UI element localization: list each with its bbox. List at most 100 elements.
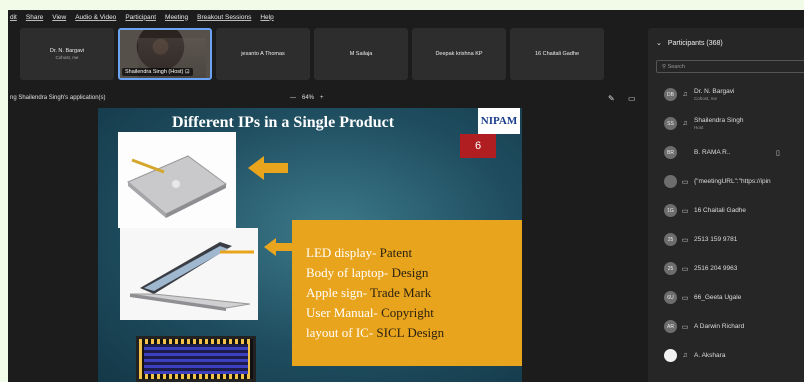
ip-item-label: User Manual- (306, 305, 378, 320)
shared-slide: Different IPs in a Single Product NIPAM … (98, 108, 522, 382)
participant-row[interactable]: 25 ▭ 2513 159 9781 (648, 225, 804, 254)
avatar: AR (664, 320, 677, 333)
avatar: 6U (664, 291, 677, 304)
screen-icon: ▭ (681, 236, 689, 244)
avatar (664, 175, 677, 188)
ip-item-label: Apple sign- (306, 285, 368, 300)
ip-item-label: layout of IC- (306, 325, 374, 340)
tile-name: M Sailaja (349, 51, 373, 57)
participant-row[interactable]: ▭ {"meetingURL":"https://ipin (648, 167, 804, 196)
slide-title: Different IPs in a Single Product (171, 114, 395, 131)
menu-share[interactable]: Share (26, 14, 43, 21)
ip-item-label: Body of laptop- (306, 265, 389, 280)
popout-icon[interactable]: ▭ (628, 94, 636, 103)
participant-name: A Darwin Richard (694, 323, 745, 330)
participant-row[interactable]: SS ♫ Shailendra Singh Host (648, 109, 804, 138)
participant-name: A. Akshara (694, 352, 726, 359)
ip-item: Apple sign- Trade Mark (306, 283, 522, 303)
participant-role: Cohost, me (694, 96, 718, 101)
tile-name-label: Shailendra Singh (Host) ⊡ (122, 68, 193, 76)
tile-name: Deepak krishna KP (435, 51, 483, 57)
tile-name: 16 Chaitali Gadhe (534, 51, 580, 57)
mic-icon[interactable]: ♫ (681, 120, 689, 127)
avatar: SS (664, 117, 677, 130)
slide-number: 6 (460, 134, 496, 158)
menu-breakout-sessions[interactable]: Breakout Sessions (197, 14, 251, 21)
participant-name: 2513 159 9781 (694, 236, 738, 243)
tile-sub: Cohost, me (55, 55, 79, 60)
panel-title: Participants (368) (667, 39, 723, 47)
menu-participant[interactable]: Participant (125, 14, 156, 21)
ic-chip-image (136, 336, 256, 382)
menu-edit[interactable]: dit (10, 14, 17, 21)
participant-list: DB ♫ Dr. N. Bargavi Cohost, me SS ♫ Shail… (648, 80, 804, 370)
participant-name: {"meetingURL":"https://ipin (694, 178, 771, 185)
ip-item-value: Patent (376, 245, 413, 260)
participant-row[interactable]: BR B. RAMA R.. ▯ (648, 138, 804, 167)
participant-name: Dr. N. Bargavi (694, 88, 735, 95)
avatar: 25 (664, 262, 677, 275)
ip-type-box: LED display- Patent Body of laptop- Desi… (292, 220, 522, 366)
mic-icon[interactable]: ♫ (681, 352, 689, 359)
video-tile[interactable]: M Sailaja (314, 28, 408, 80)
video-tile[interactable]: Deepak krishna KP (412, 28, 506, 80)
arrow-icon (248, 156, 288, 180)
video-tile[interactable]: 16 Chaitali Gadhe (510, 28, 604, 80)
avatar (664, 349, 677, 362)
screen-icon: ▭ (681, 323, 689, 331)
avatar: 25 (664, 233, 677, 246)
ip-item: Body of laptop- Design (306, 263, 522, 283)
zoom-controls: — 64% + (290, 95, 324, 101)
menu-view[interactable]: View (52, 14, 66, 21)
participants-panel: ⌄ Participants (368) ⚲ Search DB ♫ Dr. N… (648, 28, 804, 382)
participant-row[interactable]: 25 ▭ 2516 204 9963 (648, 254, 804, 283)
zoom-value: 64% (302, 95, 315, 101)
zoom-out-button[interactable]: — (290, 95, 296, 101)
ip-item: User Manual- Copyright (306, 303, 522, 323)
laptop-image-closed (118, 132, 236, 228)
participant-row[interactable]: 6U ▭ 66_Geeta Ugale (648, 283, 804, 312)
nipam-logo: NIPAM (478, 108, 520, 134)
screen-icon: ▭ (681, 294, 689, 302)
avatar: BR (664, 146, 677, 159)
zoom-in-button[interactable]: + (320, 95, 324, 101)
menu-audio-video[interactable]: Audio & Video (75, 14, 116, 21)
participant-row[interactable]: ♫ A. Akshara (648, 341, 804, 370)
search-input[interactable]: ⚲ Search (656, 60, 804, 73)
menu-help[interactable]: Help (260, 14, 273, 21)
menu-meeting[interactable]: Meeting (165, 14, 188, 21)
menu-bar: dit Share View Audio & Video Participant… (8, 10, 646, 24)
tile-name: Dr. N. Bargavi (49, 48, 85, 54)
video-strip: Dr. N. Bargavi Cohost, me Shailendra Sin… (8, 28, 644, 82)
ip-item-value: Trade Mark (367, 285, 432, 300)
participant-role: Host (694, 125, 704, 130)
avatar: DB (664, 88, 677, 101)
screen-icon: ▭ (681, 178, 689, 186)
participant-name: 2516 204 9963 (694, 265, 738, 272)
participant-row[interactable]: AR ▭ A Darwin Richard (648, 312, 804, 341)
participant-row[interactable]: DB ♫ Dr. N. Bargavi Cohost, me (648, 80, 804, 109)
participant-name: Shailendra Singh (694, 117, 744, 124)
screen-icon: ▭ (681, 207, 689, 215)
video-tile-host[interactable]: Shailendra Singh (Host) ⊡ (118, 28, 212, 80)
video-tile[interactable]: jesanto A Thomas (216, 28, 310, 80)
ip-item-label: LED display- (306, 245, 377, 260)
panel-header[interactable]: ⌄ Participants (368) (656, 39, 723, 48)
screen-icon: ▭ (681, 265, 689, 273)
annotate-icon[interactable]: ✎ (608, 94, 615, 103)
meeting-window: dit Share View Audio & Video Participant… (8, 10, 804, 382)
participant-row[interactable]: 1G ▭ 16 Chaitali Gadhe (648, 196, 804, 225)
ip-item: LED display- Patent (306, 243, 522, 263)
tile-name: Shailendra Singh (Host) (125, 69, 184, 75)
mic-icon[interactable]: ♫ (681, 91, 689, 98)
avatar: 1G (664, 204, 677, 217)
search-icon: ⚲ (662, 64, 667, 70)
participant-name: 66_Geeta Ugale (694, 294, 742, 301)
screen-share-icon: ⊡ (184, 69, 190, 75)
ip-item-value: Copyright (377, 305, 434, 320)
participant-name: 16 Chaitali Gadhe (694, 207, 747, 214)
chevron-down-icon[interactable]: ⌄ (656, 39, 662, 47)
ip-item-value: Design (388, 265, 429, 280)
video-tile[interactable]: Dr. N. Bargavi Cohost, me (20, 28, 114, 80)
laptop-image-open (120, 228, 258, 320)
